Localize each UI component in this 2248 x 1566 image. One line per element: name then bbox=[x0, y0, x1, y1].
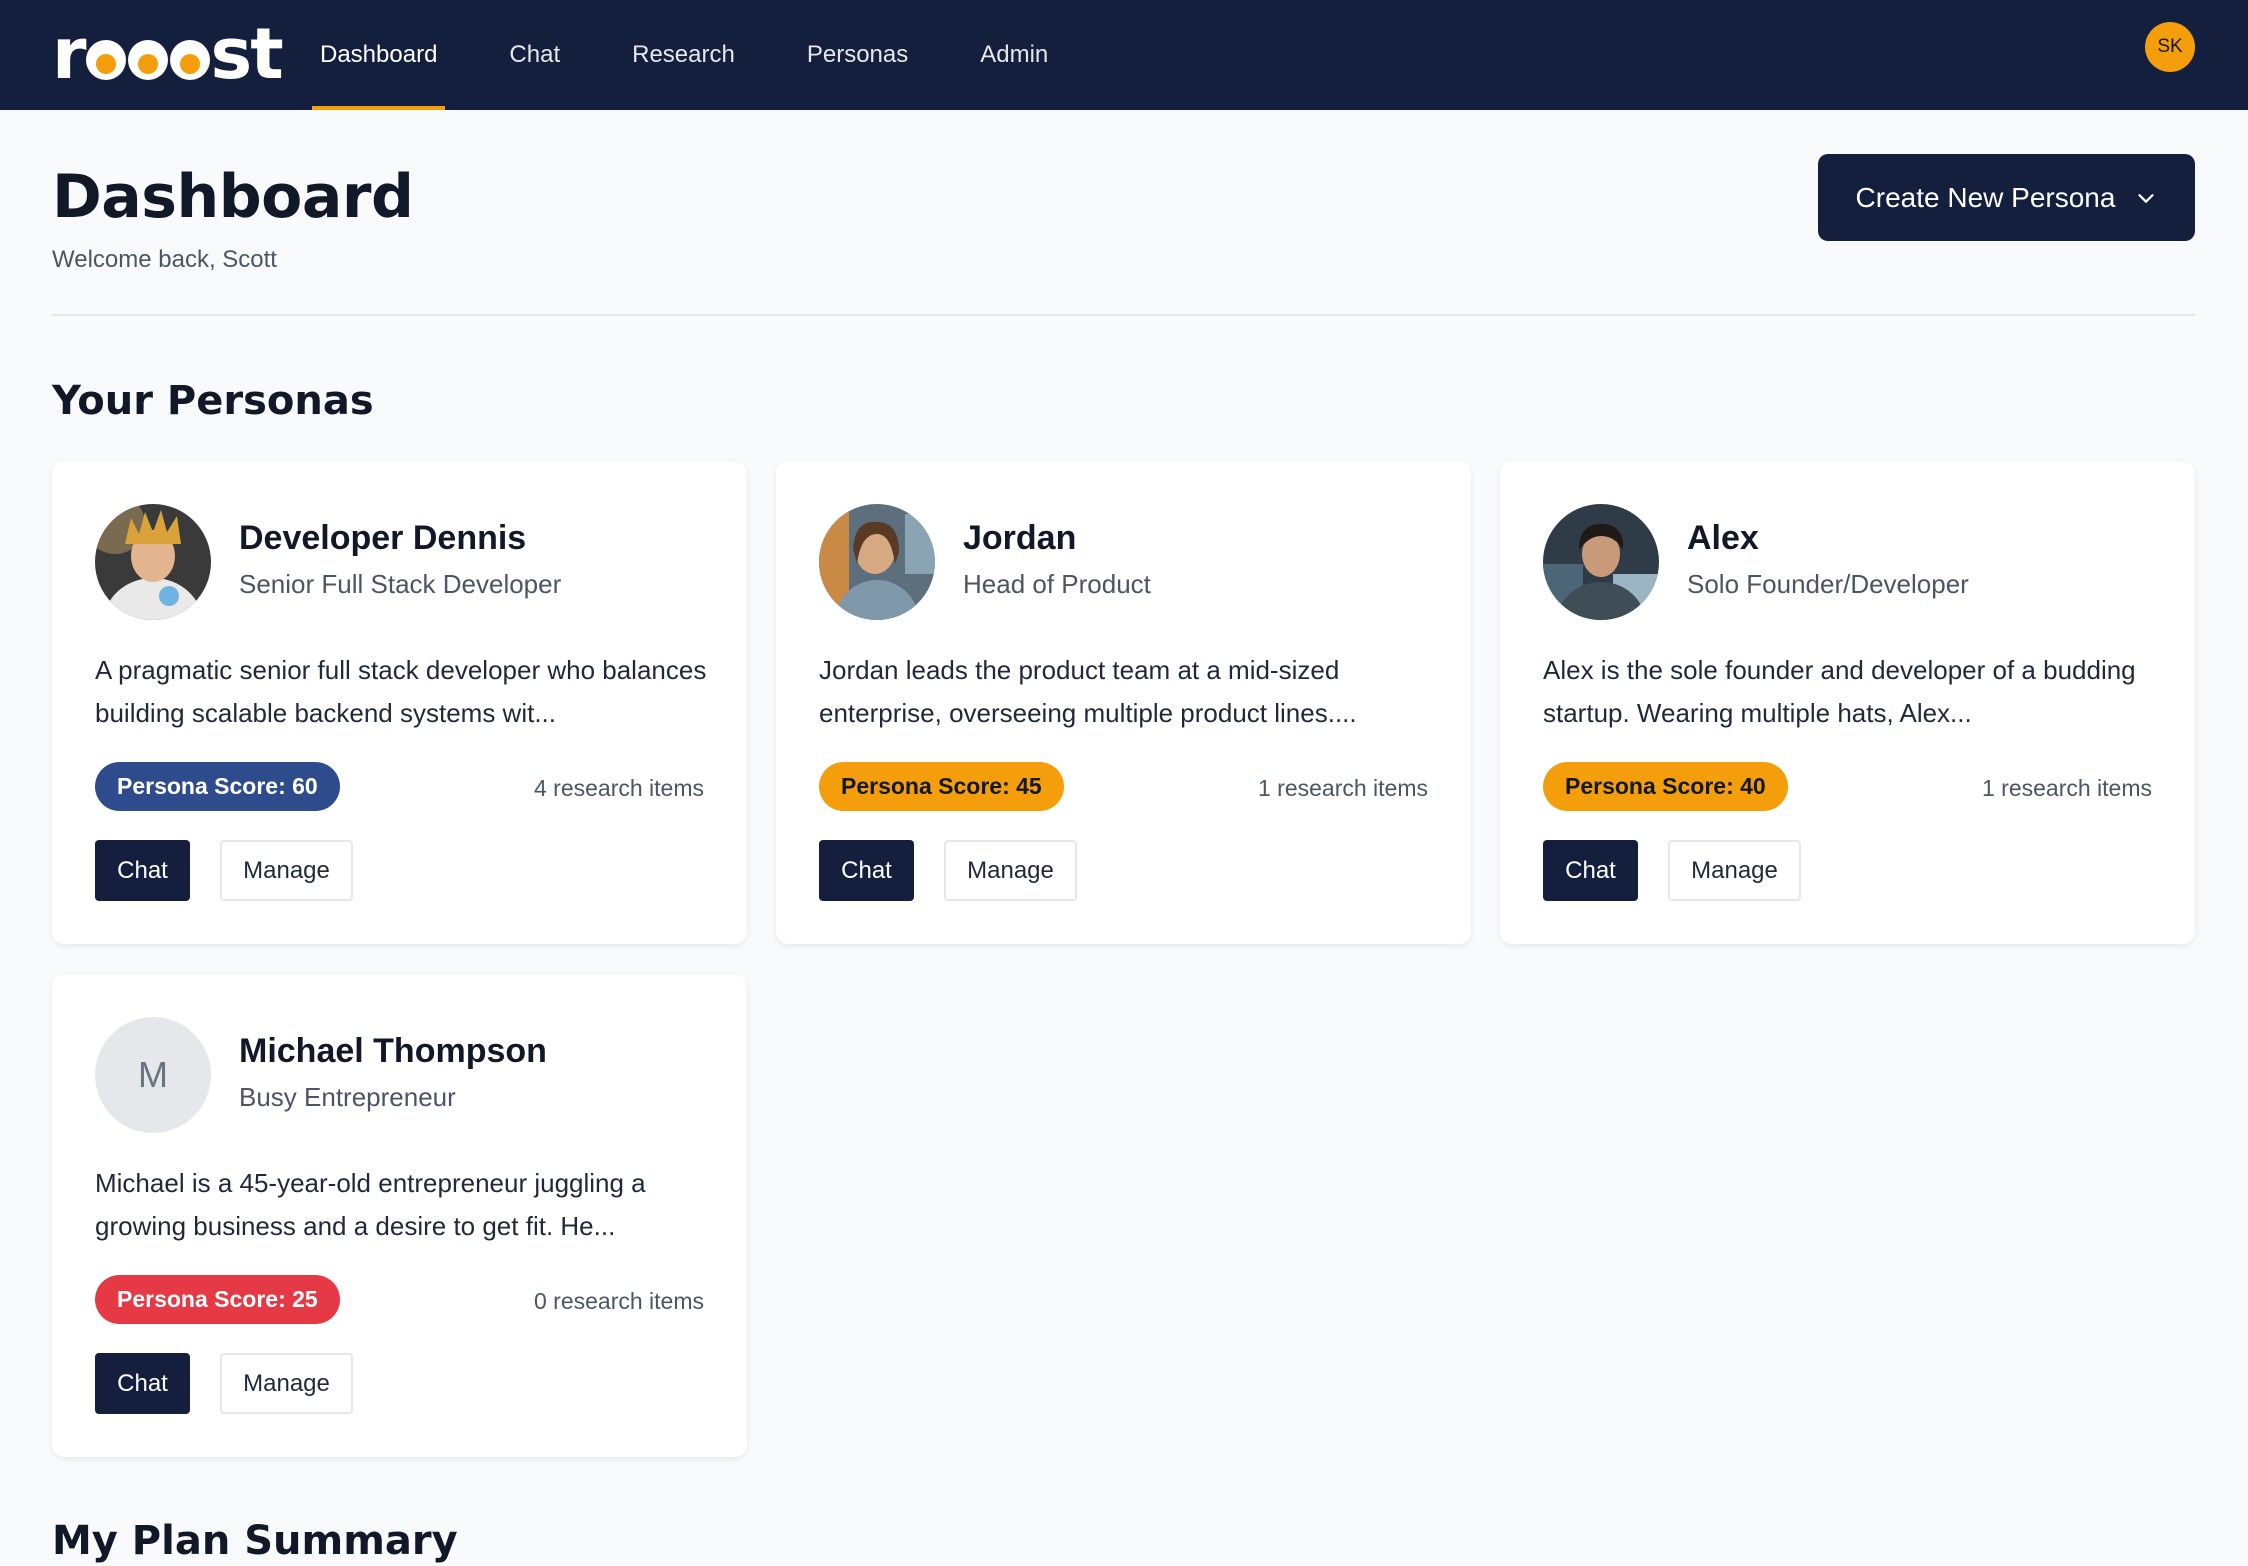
persona-description: A pragmatic senior full stack developer … bbox=[95, 655, 707, 728]
nav-item-research[interactable]: Research bbox=[624, 0, 743, 110]
my-plan-summary-heading: My Plan Summary bbox=[52, 1518, 458, 1564]
top-nav: r st Dashboard Chat Research Personas Adm… bbox=[0, 0, 2248, 110]
manage-button[interactable]: Manage bbox=[220, 1353, 353, 1414]
manage-button[interactable]: Manage bbox=[1668, 840, 1801, 901]
manage-button[interactable]: Manage bbox=[220, 840, 353, 901]
persona-role: Senior Full Stack Developer bbox=[239, 569, 562, 599]
research-count: 1 research items bbox=[1257, 775, 1428, 801]
persona-description: Michael is a 45-year-old entrepreneur ju… bbox=[95, 1168, 646, 1241]
persona-card-developer-dennis: Developer Dennis Senior Full Stack Devel… bbox=[52, 461, 747, 944]
chat-button[interactable]: Chat bbox=[1543, 840, 1638, 901]
research-count: 1 research items bbox=[1981, 775, 2152, 801]
nav-item-chat[interactable]: Chat bbox=[501, 0, 568, 110]
persona-score-badge: Persona Score: 45 bbox=[819, 762, 1064, 811]
persona-avatar bbox=[1543, 504, 1659, 620]
persona-role: Head of Product bbox=[963, 569, 1151, 599]
persona-score-badge: Persona Score: 25 bbox=[95, 1275, 340, 1324]
header-divider bbox=[52, 314, 2195, 316]
your-personas-heading: Your Personas bbox=[52, 378, 374, 424]
research-count: 0 research items bbox=[533, 1288, 704, 1314]
persona-name: Jordan bbox=[963, 519, 1077, 557]
persona-initial-avatar: M bbox=[95, 1017, 211, 1133]
nav-items: Dashboard Chat Research Personas Admin bbox=[312, 0, 1112, 110]
persona-description: Alex is the sole founder and developer o… bbox=[1543, 655, 2136, 728]
research-count: 4 research items bbox=[533, 775, 704, 801]
page-title: Dashboard bbox=[52, 162, 414, 232]
manage-button[interactable]: Manage bbox=[944, 840, 1077, 901]
persona-name: Alex bbox=[1687, 519, 1759, 557]
persona-card-jordan: Jordan Head of Product Jordan leads the … bbox=[776, 461, 1471, 944]
persona-avatar bbox=[819, 504, 935, 620]
persona-card-michael-thompson: M Michael Thompson Busy Entrepreneur Mic… bbox=[52, 974, 747, 1457]
create-new-persona-label: Create New Persona bbox=[1855, 181, 2116, 213]
user-avatar[interactable]: SK bbox=[2145, 22, 2195, 72]
persona-avatar bbox=[95, 504, 211, 620]
persona-name: Michael Thompson bbox=[239, 1032, 547, 1070]
persona-role: Solo Founder/Developer bbox=[1687, 569, 1969, 599]
create-new-persona-button[interactable]: Create New Persona bbox=[1818, 154, 2195, 241]
chat-button[interactable]: Chat bbox=[95, 840, 190, 901]
persona-score-badge: Persona Score: 40 bbox=[1543, 762, 1788, 811]
persona-description: Jordan leads the product team at a mid-s… bbox=[819, 655, 1357, 728]
nav-item-admin[interactable]: Admin bbox=[972, 0, 1056, 110]
chevron-down-icon bbox=[2138, 193, 2155, 203]
rooost-logo[interactable]: r st bbox=[52, 19, 284, 89]
chat-button[interactable]: Chat bbox=[95, 1353, 190, 1414]
persona-card-alex: Alex Solo Founder/Developer Alex is the … bbox=[1500, 461, 2195, 944]
persona-score-badge: Persona Score: 60 bbox=[95, 762, 340, 811]
nav-item-personas[interactable]: Personas bbox=[799, 0, 916, 110]
persona-role: Busy Entrepreneur bbox=[239, 1082, 456, 1112]
persona-name: Developer Dennis bbox=[239, 519, 527, 557]
nav-item-dashboard[interactable]: Dashboard bbox=[312, 0, 446, 110]
chat-button[interactable]: Chat bbox=[819, 840, 914, 901]
welcome-message: Welcome back, Scott bbox=[52, 246, 277, 273]
